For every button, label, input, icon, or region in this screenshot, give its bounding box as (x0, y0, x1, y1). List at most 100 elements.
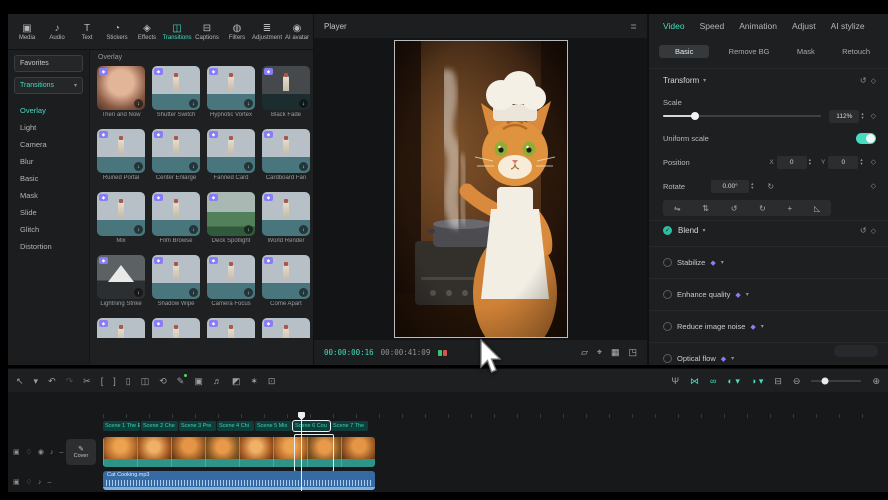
mirror-display-icon[interactable]: ⊟ (774, 376, 782, 386)
track-hide-icon[interactable]: ♢ (26, 478, 32, 486)
chevron-down-icon[interactable]: ▾ (721, 259, 724, 266)
inspector-subtab[interactable]: Remove BG (721, 45, 778, 58)
video-clip-segment[interactable] (341, 437, 375, 467)
ai-enhance-icon[interactable]: ✶ (250, 376, 258, 386)
track-eye-icon[interactable]: ◉ (38, 448, 44, 456)
scene-caption-clip[interactable]: Scene 2 Che (141, 421, 178, 431)
transition-item[interactable]: ◆ ↓ Deck Spotlight (207, 192, 255, 246)
transition-thumbnail[interactable]: ◆ ↓ (152, 66, 200, 110)
undo-icon[interactable]: ↶ (48, 376, 56, 386)
feature-checkbox[interactable] (663, 258, 672, 267)
topbar-item[interactable]: ◫ Transitions (162, 23, 192, 41)
topbar-item[interactable]: ⊟ Captions (192, 23, 222, 41)
scene-caption-clip[interactable]: Scene 6 Cou (293, 421, 330, 431)
feature-checkbox[interactable] (663, 322, 672, 331)
topbar-item[interactable]: ▣ Media (12, 23, 42, 41)
position-x-field[interactable]: 0 (777, 156, 807, 169)
mute-clip-icon[interactable]: ♬ (213, 376, 222, 386)
sidebar-item[interactable]: Glitch (8, 221, 89, 238)
topbar-item[interactable]: T Text (72, 23, 102, 41)
rotate-icon[interactable]: ↻ (767, 182, 774, 191)
transition-item[interactable]: ◆ ↓ (207, 318, 255, 338)
transition-item[interactable]: ◆ ↓ (262, 318, 310, 338)
reset-icon[interactable]: ↺ (860, 226, 867, 235)
track-hide-icon[interactable]: ♢ (26, 448, 32, 456)
topbar-item[interactable]: ◉ AI avatar (282, 23, 312, 41)
video-clip-segment[interactable] (239, 437, 273, 467)
playhead[interactable] (301, 413, 302, 491)
topbar-item[interactable]: ◍ Filters (222, 23, 252, 41)
chevron-down-icon[interactable]: ▾ (746, 291, 749, 298)
track-badge-icon[interactable]: ▣ (13, 478, 20, 486)
video-clip-segment[interactable] (137, 437, 171, 467)
sidebar-item[interactable]: Distortion (8, 238, 89, 255)
scene-caption-clip[interactable]: Scene 4 Chi (217, 421, 254, 431)
transition-thumbnail[interactable]: ◆ ↓ (262, 66, 310, 110)
transition-item[interactable]: ◆ ↓ Hypnotic Vortex (207, 66, 255, 120)
scale-slider[interactable] (663, 115, 821, 117)
uniform-scale-toggle[interactable] (856, 133, 876, 144)
level-icon[interactable]: ◺ (814, 204, 820, 213)
cover-button[interactable]: ✎ Cover (66, 439, 96, 465)
blend-checkbox[interactable]: ✓ (663, 226, 672, 235)
transition-thumbnail[interactable]: ◆ ↓ (262, 255, 310, 299)
transition-item[interactable]: ◆ ↓ Camera Focus (207, 255, 255, 309)
chevron-down-icon[interactable]: ▾ (702, 227, 705, 234)
chevron-down-icon[interactable]: ▾ (703, 77, 706, 84)
transition-thumbnail[interactable]: ◆ ↓ (207, 66, 255, 110)
grid-scroll-area[interactable]: ◆ ↓ Then and Now ◆ ↓ Shutter Switch (90, 66, 313, 338)
transition-thumbnail[interactable]: ◆ ↓ (207, 192, 255, 236)
video-frame[interactable] (394, 40, 568, 338)
select-tool-icon[interactable]: ↖ (16, 376, 24, 386)
scene-caption-clip[interactable]: Scene 7 The (331, 421, 368, 431)
feature-checkbox[interactable] (663, 290, 672, 299)
transition-thumbnail[interactable]: ◆ ↓ (97, 255, 145, 299)
transition-item[interactable]: ◆ ↓ Come Apart (262, 255, 310, 309)
scene-caption-clip[interactable]: Scene 3 Pre (179, 421, 216, 431)
transition-item[interactable]: ◆ ↓ Film Browse (152, 192, 200, 246)
inspector-subtab[interactable]: Retouch (834, 45, 878, 58)
rotate-field[interactable]: 0.00° (711, 180, 749, 193)
transition-item[interactable]: ◆ ↓ Shutter Switch (152, 66, 200, 120)
position-y-field[interactable]: 0 (828, 156, 858, 169)
split-icon[interactable]: ✂ (83, 376, 91, 386)
transition-thumbnail[interactable]: ◆ ↓ (207, 255, 255, 299)
track-mute-icon[interactable]: ♪ (50, 449, 54, 456)
transition-thumbnail[interactable]: ◆ ↓ (262, 192, 310, 236)
transition-thumbnail[interactable]: ◆ ↓ (97, 129, 145, 173)
voiceover-mic-icon[interactable]: Ψ (671, 376, 679, 386)
zoom-out-icon[interactable]: ⊖ (793, 376, 801, 386)
transition-item[interactable]: ◆ ↓ Fanned Card (207, 129, 255, 183)
track-collapse-icon[interactable]: – (60, 449, 64, 456)
transition-thumbnail[interactable]: ◆ ↓ (262, 129, 310, 173)
timeline-zoom-slider[interactable] (811, 380, 861, 382)
aspect-ratio-icon[interactable]: ▱ (581, 347, 588, 358)
transition-thumbnail[interactable]: ◆ ↓ (152, 255, 200, 299)
transition-item[interactable]: ◆ ↓ Center Enlarge (152, 129, 200, 183)
timeline-ruler[interactable] (103, 414, 880, 418)
position-y-stepper[interactable]: ▴▾ (860, 158, 862, 166)
video-clip-segment[interactable] (205, 437, 239, 467)
slider-knob[interactable] (691, 112, 699, 120)
redo-icon[interactable]: ↷ (66, 376, 74, 386)
sidebar-item[interactable]: Camera (8, 136, 89, 153)
freeze-frame-icon[interactable]: ◫ (141, 376, 150, 386)
sidebar-item[interactable]: Light (8, 119, 89, 136)
inspector-subtab[interactable]: Basic (659, 45, 709, 58)
focus-tracking-icon[interactable]: ⌖ (597, 347, 602, 358)
keyframe-icon[interactable]: ◇ (871, 77, 876, 85)
topbar-item[interactable]: ≣ Adjustment (252, 23, 282, 41)
transition-thumbnail[interactable]: ◆ ↓ (207, 318, 255, 338)
topbar-item[interactable]: ♪ Audio (42, 23, 72, 41)
transition-item[interactable]: ◆ ↓ (152, 318, 200, 338)
transition-thumbnail[interactable]: ◆ ↓ (152, 318, 200, 338)
transition-thumbnail[interactable]: ◆ ↓ (97, 66, 145, 110)
rotate-stepper[interactable]: ▴▾ (751, 182, 753, 190)
topbar-item[interactable]: ◔ Stickers (102, 23, 132, 41)
keyframe-icon[interactable]: ◇ (871, 182, 876, 190)
crop-icon[interactable]: ▣ (194, 376, 203, 386)
rotate-right-icon[interactable]: ↻ (759, 204, 766, 213)
scale-stepper[interactable]: ▴▾ (861, 112, 863, 120)
transition-thumbnail[interactable]: ◆ ↓ (152, 129, 200, 173)
transition-thumbnail[interactable]: ◆ ↓ (152, 192, 200, 236)
